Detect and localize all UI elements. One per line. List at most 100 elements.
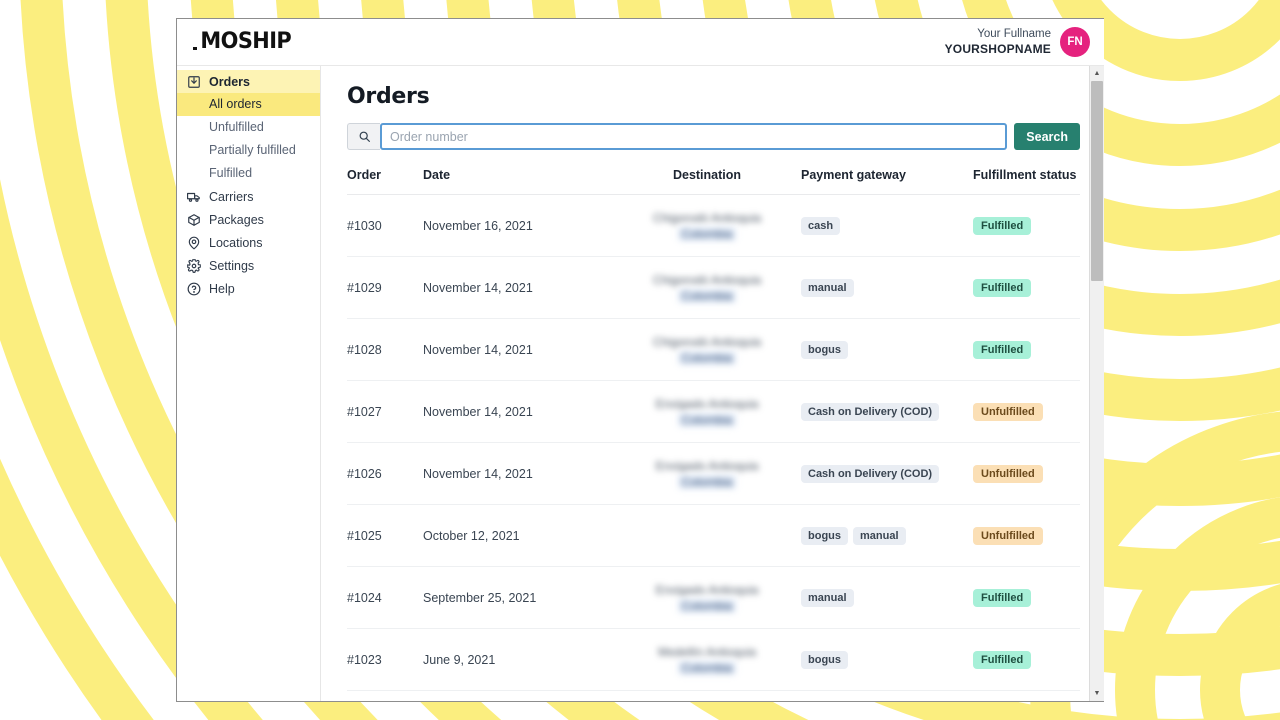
cell-payment-gateway: cash xyxy=(801,194,973,257)
destination-country: Colombia xyxy=(677,474,737,489)
sidebar-item-label: Carriers xyxy=(209,189,254,204)
orders-table-body: #1030 November 16, 2021 Chigorodó Antioqui… xyxy=(347,194,1080,691)
search-button[interactable]: Search xyxy=(1014,123,1080,150)
payment-gateway-badge: Cash on Delivery (COD) xyxy=(801,464,940,483)
cell-date: November 14, 2021 xyxy=(423,318,613,381)
user-text-block: Your Fullname YOURSHOPNAME xyxy=(945,27,1051,56)
destination-country: Colombia xyxy=(677,660,737,675)
destination-city: Envigado Antioquia xyxy=(655,458,759,473)
user-shopname: YOURSHOPNAME xyxy=(944,41,1051,56)
cell-destination: Medellín Antioquia Colombia xyxy=(613,628,801,691)
table-row[interactable]: #1028 November 14, 2021 Chigorodó Antioqui… xyxy=(347,318,1080,381)
status-badge: Fulfilled xyxy=(973,216,1032,235)
user-fullname: Your Fullname xyxy=(977,28,1051,41)
table-row[interactable]: #1027 November 14, 2021 Envigado Antioquia… xyxy=(347,380,1080,443)
payment-gateway-badge: bogus xyxy=(801,340,848,359)
table-header-row: Order Date Destination Payment gateway F… xyxy=(347,168,1080,195)
scrollbar-down-arrow[interactable]: ▼ xyxy=(1090,686,1105,701)
sidebar-item-label: Help xyxy=(209,281,235,296)
cell-date: November 14, 2021 xyxy=(423,256,613,319)
sidebar-item-packages[interactable]: Packages xyxy=(177,208,320,231)
cell-destination: Envigado Antioquia Colombia xyxy=(613,380,801,443)
table-row[interactable]: #1024 September 25, 2021 Envigado Antioqui… xyxy=(347,566,1080,629)
column-header-date: Date xyxy=(423,168,613,195)
sidebar-item-label: Locations xyxy=(209,235,263,250)
cell-order[interactable]: #1029 xyxy=(347,256,423,319)
cell-order[interactable]: #1023 xyxy=(347,628,423,691)
status-badge: Fulfilled xyxy=(973,588,1032,607)
logo-dot xyxy=(193,46,197,50)
orders-table: Order Date Destination Payment gateway F… xyxy=(347,168,1080,691)
sidebar-item-help[interactable]: Help xyxy=(177,277,320,300)
cell-destination xyxy=(613,504,801,567)
avatar[interactable]: FN xyxy=(1060,27,1090,57)
sidebar-item-settings[interactable]: Settings xyxy=(177,254,320,277)
table-row[interactable]: #1026 November 14, 2021 Envigado Antioquia… xyxy=(347,442,1080,505)
destination-city: Envigado Antioquia xyxy=(655,582,759,597)
table-row[interactable]: #1030 November 16, 2021 Chigorodó Antioqui… xyxy=(347,194,1080,257)
column-header-order: Order xyxy=(347,168,423,195)
sidebar-item-label: Orders xyxy=(209,74,250,89)
gear-icon xyxy=(186,257,202,273)
cell-order[interactable]: #1030 xyxy=(347,194,423,257)
table-row[interactable]: #1023 June 9, 2021 Medellín Antioquia Colom… xyxy=(347,628,1080,691)
cell-order[interactable]: #1026 xyxy=(347,442,423,505)
search-bar: Search xyxy=(347,123,1080,150)
scrollbar-track[interactable] xyxy=(1090,81,1105,686)
cell-destination: Chigorodó Antioquia Colombia xyxy=(613,256,801,319)
table-row[interactable]: #1029 November 14, 2021 Chigorodó Antioqui… xyxy=(347,256,1080,319)
column-header-payment-gateway: Payment gateway xyxy=(801,168,973,195)
top-bar: MOSHIP Your Fullname YOURSHOPNAME FN xyxy=(177,19,1104,66)
cell-order[interactable]: #1027 xyxy=(347,380,423,443)
cell-date: June 9, 2021 xyxy=(423,628,613,691)
cell-date: October 12, 2021 xyxy=(423,504,613,567)
sidebar-item-carriers[interactable]: Carriers xyxy=(177,185,320,208)
cell-date: September 25, 2021 xyxy=(423,566,613,629)
sidebar-item-locations[interactable]: Locations xyxy=(177,231,320,254)
cell-order[interactable]: #1025 xyxy=(347,504,423,567)
cell-payment-gateway: manual xyxy=(801,566,973,629)
cell-destination: Envigado Antioquia Colombia xyxy=(613,566,801,629)
cell-destination: Chigorodó Antioquia Colombia xyxy=(613,318,801,381)
cell-date: November 14, 2021 xyxy=(423,442,613,505)
table-row[interactable]: #1025 October 12, 2021 bogus manual Unfulfil… xyxy=(347,504,1080,567)
sidebar-item-unfulfilled[interactable]: Unfulfilled xyxy=(177,116,320,139)
destination-city: Chigorodó Antioquia xyxy=(652,272,762,287)
destination-city: Medellín Antioquia xyxy=(657,644,757,659)
destination-country: Colombia xyxy=(677,412,737,427)
vertical-scrollbar[interactable]: ▲ ▼ xyxy=(1089,66,1104,701)
destination-city: Chigorodó Antioquia xyxy=(652,334,762,349)
payment-gateway-badge: bogus xyxy=(801,650,848,669)
cell-fulfillment-status: Fulfilled xyxy=(973,256,1080,319)
cell-fulfillment-status: Unfulfilled xyxy=(973,442,1080,505)
app-logo[interactable]: MOSHIP xyxy=(193,31,293,53)
cell-order[interactable]: #1024 xyxy=(347,566,423,629)
sidebar-item-fulfilled[interactable]: Fulfilled xyxy=(177,162,320,185)
cell-order[interactable]: #1028 xyxy=(347,318,423,381)
cell-payment-gateway: bogus xyxy=(801,318,973,381)
main-content: Orders Search Order Date xyxy=(321,66,1104,701)
destination-country: Colombia xyxy=(677,598,737,613)
destination-country: Colombia xyxy=(677,226,737,241)
user-menu[interactable]: Your Fullname YOURSHOPNAME FN xyxy=(945,27,1090,57)
location-pin-icon xyxy=(187,236,201,250)
sidebar-item-orders[interactable]: Orders xyxy=(177,70,320,93)
status-badge: Fulfilled xyxy=(973,278,1032,297)
payment-gateway-badge: Cash on Delivery (COD) xyxy=(801,402,940,421)
orders-table-head: Order Date Destination Payment gateway F… xyxy=(347,168,1080,195)
destination-country: Colombia xyxy=(677,288,737,303)
sidebar-item-all-orders[interactable]: All orders xyxy=(177,93,320,116)
sidebar-item-label: Settings xyxy=(209,258,255,273)
cell-payment-gateway: manual xyxy=(801,256,973,319)
status-badge: Unfulfilled xyxy=(973,464,1043,483)
sidebar-item-partially-fulfilled[interactable]: Partially fulfilled xyxy=(177,139,320,162)
payment-gateway-badge: manual xyxy=(801,588,854,607)
payment-gateway-badge: manual xyxy=(801,278,854,297)
sidebar: Orders All orders Unfulfilled Partially … xyxy=(177,66,321,701)
search-input[interactable] xyxy=(380,123,1008,150)
destination-city: Chigorodó Antioquia xyxy=(652,210,762,225)
box-icon xyxy=(187,213,201,227)
destination-city: Envigado Antioquia xyxy=(655,396,759,411)
scrollbar-thumb[interactable] xyxy=(1090,81,1103,281)
scrollbar-up-arrow[interactable]: ▲ xyxy=(1090,66,1105,81)
